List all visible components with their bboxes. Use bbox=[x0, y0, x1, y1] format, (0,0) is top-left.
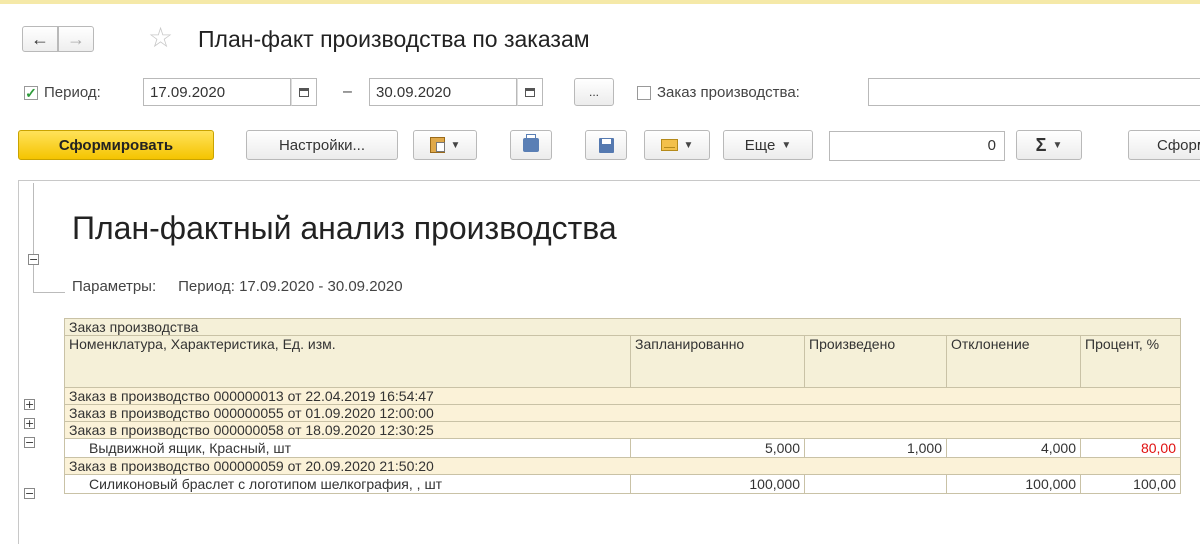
save-button[interactable] bbox=[585, 130, 627, 160]
period-select-button[interactable]: ... bbox=[574, 78, 614, 106]
sum-field[interactable]: 0 bbox=[829, 131, 1005, 161]
params-value: Период: 17.09.2020 - 30.09.2020 bbox=[178, 278, 403, 295]
more-button[interactable]: Еще ▼ bbox=[723, 130, 813, 160]
order-field[interactable] bbox=[868, 78, 1200, 106]
order-checkbox[interactable] bbox=[637, 86, 651, 100]
table-row[interactable]: Выдвижной ящик, Красный, шт 5,000 1,000 … bbox=[64, 438, 1181, 458]
settings-button[interactable]: Настройки... bbox=[246, 130, 398, 160]
sigma-icon: Σ bbox=[1035, 134, 1047, 155]
column-header-planned: Запланированно bbox=[630, 335, 805, 388]
expand-row-icon[interactable]: + bbox=[24, 418, 35, 429]
chevron-down-icon: ▼ bbox=[1052, 139, 1063, 151]
percent-cell[interactable]: 80,00 bbox=[1080, 438, 1181, 458]
table-row[interactable]: Заказ в производство 000000058 от 18.09.… bbox=[64, 421, 1181, 439]
generate-button[interactable]: Сформировать bbox=[18, 130, 214, 160]
planned-cell[interactable]: 100,000 bbox=[630, 474, 805, 494]
page-title: План-факт производства по заказам bbox=[198, 26, 590, 52]
collapse-row-icon[interactable]: − bbox=[24, 437, 35, 448]
more-label: Еще bbox=[744, 136, 776, 154]
column-header-produced: Произведено bbox=[804, 335, 947, 388]
checkmark-icon: ✓ bbox=[25, 84, 37, 101]
date-to-calendar-button[interactable] bbox=[517, 78, 543, 106]
print-button[interactable] bbox=[510, 130, 552, 160]
order-cell[interactable]: Заказ в производство 000000055 от 01.09.… bbox=[64, 404, 1181, 422]
table-row[interactable]: Заказ в производство 000000013 от 22.04.… bbox=[64, 387, 1181, 405]
table-header-row: Заказ производства bbox=[64, 318, 1181, 336]
order-cell[interactable]: Заказ в производство 000000059 от 20.09.… bbox=[64, 457, 1181, 475]
variant-menu-button[interactable]: ▼ bbox=[413, 130, 477, 160]
period-checkbox[interactable]: ✓ bbox=[24, 84, 38, 101]
clipboard-icon bbox=[429, 137, 445, 153]
order-label: Заказ производства: bbox=[657, 84, 800, 101]
send-email-button[interactable]: ▼ bbox=[644, 130, 710, 160]
group-line bbox=[33, 183, 34, 293]
report-parameters: Параметры: Период: 17.09.2020 - 30.09.202… bbox=[72, 278, 403, 295]
generate-report-button-2[interactable]: Сформ bbox=[1128, 130, 1200, 160]
deviation-cell[interactable]: 100,000 bbox=[946, 474, 1081, 494]
back-button[interactable]: ← bbox=[22, 26, 58, 52]
column-header-deviation: Отклонение bbox=[946, 335, 1081, 388]
chevron-down-icon: ▼ bbox=[450, 139, 461, 151]
collapse-header-icon[interactable]: − bbox=[28, 254, 39, 265]
column-header-nomenclature: Номенклатура, Характеристика, Ед. изм. bbox=[64, 335, 631, 388]
table-row[interactable]: Заказ в производство 000000055 от 01.09.… bbox=[64, 404, 1181, 422]
calendar-icon bbox=[299, 87, 309, 97]
column-header-percent: Процент, % bbox=[1080, 335, 1181, 388]
period-label: Период: bbox=[44, 84, 101, 101]
arrow-left-icon: ← bbox=[31, 28, 49, 49]
calendar-icon bbox=[525, 87, 535, 97]
table-header-row: Номенклатура, Характеристика, Ед. изм. З… bbox=[64, 335, 1181, 388]
deviation-cell[interactable]: 4,000 bbox=[946, 438, 1081, 458]
favorite-star-icon[interactable]: ☆ bbox=[148, 24, 173, 52]
window-top-border bbox=[0, 0, 1200, 4]
chevron-down-icon: ▼ bbox=[781, 139, 792, 151]
params-label: Параметры: bbox=[72, 278, 157, 295]
date-from-field[interactable]: 17.09.2020 bbox=[143, 78, 291, 106]
printer-icon bbox=[523, 134, 539, 152]
floppy-disk-icon bbox=[598, 137, 614, 153]
date-from-calendar-button[interactable] bbox=[291, 78, 317, 106]
collapse-row-icon[interactable]: − bbox=[24, 488, 35, 499]
envelope-icon bbox=[660, 139, 678, 151]
report-title: План-фактный анализ производства bbox=[72, 210, 617, 246]
produced-cell[interactable] bbox=[804, 474, 947, 494]
group-line-foot bbox=[33, 292, 65, 293]
date-range-dash: – bbox=[343, 83, 352, 100]
chevron-down-icon: ▼ bbox=[683, 139, 694, 151]
item-cell[interactable]: Силиконовый браслет с логотипом шелкогра… bbox=[64, 474, 631, 494]
expand-row-icon[interactable]: + bbox=[24, 399, 35, 410]
table-row[interactable]: Силиконовый браслет с логотипом шелкогра… bbox=[64, 474, 1181, 494]
planned-cell[interactable]: 5,000 bbox=[630, 438, 805, 458]
date-to-field[interactable]: 30.09.2020 bbox=[369, 78, 517, 106]
table-row[interactable]: Заказ в производство 000000059 от 20.09.… bbox=[64, 457, 1181, 475]
order-cell[interactable]: Заказ в производство 000000058 от 18.09.… bbox=[64, 421, 1181, 439]
forward-button[interactable]: → bbox=[58, 26, 94, 52]
sum-menu-button[interactable]: Σ ▼ bbox=[1016, 130, 1082, 160]
produced-cell[interactable]: 1,000 bbox=[804, 438, 947, 458]
item-cell[interactable]: Выдвижной ящик, Красный, шт bbox=[64, 438, 631, 458]
arrow-right-icon: → bbox=[67, 28, 85, 49]
order-cell[interactable]: Заказ в производство 000000013 от 22.04.… bbox=[64, 387, 1181, 405]
report-table: Заказ производства Номенклатура, Характе… bbox=[64, 318, 1181, 494]
column-header-group: Заказ производства bbox=[64, 318, 1181, 336]
percent-cell[interactable]: 100,00 bbox=[1080, 474, 1181, 494]
